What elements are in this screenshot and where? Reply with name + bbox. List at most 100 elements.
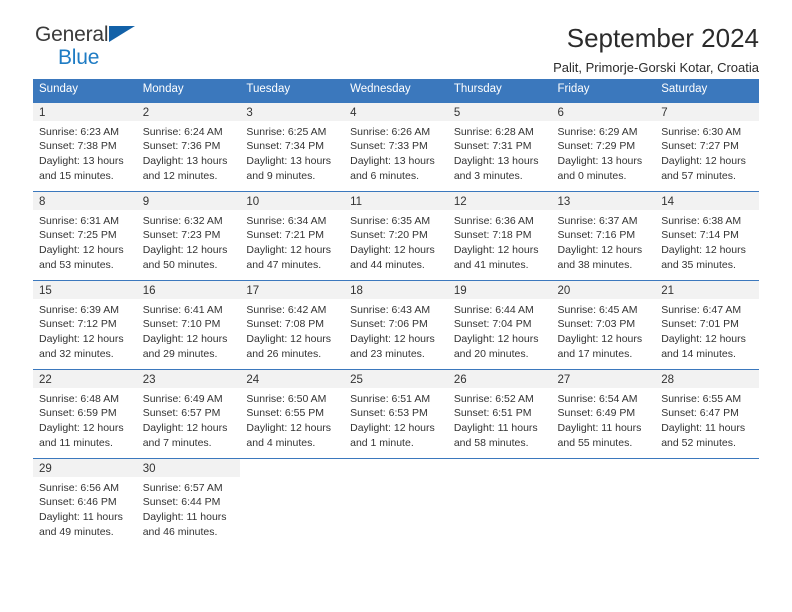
weekday-header-wednesday: Wednesday	[344, 79, 448, 103]
daylight-text: Daylight: 13 hours and 9 minutes.	[246, 154, 332, 182]
sunset-text: Sunset: 6:59 PM	[39, 407, 117, 420]
day-details: Sunrise: 6:49 AM Sunset: 6:57 PM Dayligh…	[137, 388, 241, 450]
day-number: 15	[33, 280, 137, 299]
day-number	[240, 458, 345, 477]
day-cell[interactable]: 9 Sunrise: 6:32 AM Sunset: 7:23 PM Dayli…	[136, 190, 241, 281]
day-details: Sunrise: 6:48 AM Sunset: 6:59 PM Dayligh…	[33, 388, 137, 450]
day-cell[interactable]: 27 Sunrise: 6:54 AM Sunset: 6:49 PM Dayl…	[551, 368, 656, 459]
day-number: 25	[344, 369, 448, 388]
sunset-text: Sunset: 6:57 PM	[142, 407, 221, 420]
day-details: Sunrise: 6:45 AM Sunset: 7:03 PM Dayligh…	[552, 299, 656, 361]
day-number: 3	[240, 102, 345, 121]
day-number	[447, 458, 552, 477]
day-cell[interactable]: 30 Sunrise: 6:57 AM Sunset: 6:44 PM Dayl…	[136, 457, 241, 548]
daylight-text: Daylight: 13 hours and 15 minutes.	[39, 154, 124, 182]
sunset-text: Sunset: 7:38 PM	[39, 140, 117, 153]
sunrise-text: Sunrise: 6:55 AM	[661, 392, 742, 405]
day-cell[interactable]: 1 Sunrise: 6:23 AM Sunset: 7:38 PM Dayli…	[33, 101, 137, 192]
day-cell[interactable]: 18 Sunrise: 6:43 AM Sunset: 7:06 PM Dayl…	[344, 279, 448, 370]
day-cell-empty	[240, 457, 345, 548]
day-cell[interactable]: 28 Sunrise: 6:55 AM Sunset: 6:47 PM Dayl…	[655, 368, 759, 459]
day-cell[interactable]: 29 Sunrise: 6:56 AM Sunset: 6:46 PM Dayl…	[33, 457, 137, 548]
daylight-text: Daylight: 13 hours and 3 minutes.	[453, 154, 539, 182]
day-number: 11	[344, 191, 448, 210]
sunset-text: Sunset: 7:04 PM	[453, 318, 532, 331]
day-details: Sunrise: 6:38 AM Sunset: 7:14 PM Dayligh…	[655, 210, 759, 272]
sunrise-text: Sunrise: 6:47 AM	[661, 303, 742, 316]
day-cell[interactable]: 15 Sunrise: 6:39 AM Sunset: 7:12 PM Dayl…	[33, 279, 137, 370]
daylight-text: Daylight: 11 hours and 49 minutes.	[39, 510, 123, 538]
sunrise-text: Sunrise: 6:23 AM	[39, 125, 119, 138]
day-number	[551, 458, 656, 477]
day-number: 14	[655, 191, 759, 210]
day-cell[interactable]: 5 Sunrise: 6:28 AM Sunset: 7:31 PM Dayli…	[447, 101, 552, 192]
sunrise-text: Sunrise: 6:30 AM	[661, 125, 742, 138]
day-cell[interactable]: 21 Sunrise: 6:47 AM Sunset: 7:01 PM Dayl…	[655, 279, 759, 370]
sunrise-text: Sunrise: 6:42 AM	[246, 303, 327, 316]
day-cell[interactable]: 6 Sunrise: 6:29 AM Sunset: 7:29 PM Dayli…	[551, 101, 656, 192]
title-block: September 2024 Palit, Primorje-Gorski Ko…	[553, 23, 759, 76]
day-cell[interactable]: 22 Sunrise: 6:48 AM Sunset: 6:59 PM Dayl…	[33, 368, 137, 459]
sunset-text: Sunset: 7:01 PM	[661, 318, 739, 331]
sunset-text: Sunset: 7:10 PM	[142, 318, 221, 331]
sunrise-text: Sunrise: 6:45 AM	[557, 303, 638, 316]
day-details: Sunrise: 6:54 AM Sunset: 6:49 PM Dayligh…	[552, 388, 656, 450]
day-cell[interactable]: 25 Sunrise: 6:51 AM Sunset: 6:53 PM Dayl…	[344, 368, 448, 459]
sunset-text: Sunset: 7:27 PM	[661, 140, 739, 153]
day-cell[interactable]: 23 Sunrise: 6:49 AM Sunset: 6:57 PM Dayl…	[136, 368, 241, 459]
day-details: Sunrise: 6:25 AM Sunset: 7:34 PM Dayligh…	[240, 121, 344, 183]
day-cell[interactable]: 14 Sunrise: 6:38 AM Sunset: 7:14 PM Dayl…	[655, 190, 759, 281]
day-cell[interactable]: 26 Sunrise: 6:52 AM Sunset: 6:51 PM Dayl…	[447, 368, 552, 459]
day-cell[interactable]: 11 Sunrise: 6:35 AM Sunset: 7:20 PM Dayl…	[344, 190, 448, 281]
day-cell[interactable]: 10 Sunrise: 6:34 AM Sunset: 7:21 PM Dayl…	[240, 190, 345, 281]
day-cell[interactable]: 2 Sunrise: 6:24 AM Sunset: 7:36 PM Dayli…	[136, 101, 241, 192]
sunrise-text: Sunrise: 6:31 AM	[39, 214, 119, 227]
day-number: 8	[33, 191, 137, 210]
day-cell[interactable]: 8 Sunrise: 6:31 AM Sunset: 7:25 PM Dayli…	[33, 190, 137, 281]
week-row: 29 Sunrise: 6:56 AM Sunset: 6:46 PM Dayl…	[33, 457, 759, 548]
daylight-text: Daylight: 12 hours and 35 minutes.	[661, 243, 746, 271]
sunset-text: Sunset: 7:16 PM	[557, 229, 636, 242]
day-number	[344, 458, 448, 477]
daylight-text: Daylight: 12 hours and 1 minute.	[350, 421, 435, 449]
daylight-text: Daylight: 12 hours and 17 minutes.	[557, 332, 643, 360]
daylight-text: Daylight: 12 hours and 29 minutes.	[142, 332, 228, 360]
week-row: 15 Sunrise: 6:39 AM Sunset: 7:12 PM Dayl…	[33, 279, 759, 370]
sunset-text: Sunset: 7:06 PM	[350, 318, 428, 331]
day-cell[interactable]: 3 Sunrise: 6:25 AM Sunset: 7:34 PM Dayli…	[240, 101, 345, 192]
day-details: Sunrise: 6:50 AM Sunset: 6:55 PM Dayligh…	[240, 388, 344, 450]
weekday-header-tuesday: Tuesday	[240, 79, 345, 103]
general-blue-logo: General Blue	[33, 24, 185, 76]
day-details: Sunrise: 6:35 AM Sunset: 7:20 PM Dayligh…	[344, 210, 448, 272]
page-subtitle: Palit, Primorje-Gorski Kotar, Croatia	[553, 60, 759, 76]
day-details: Sunrise: 6:36 AM Sunset: 7:18 PM Dayligh…	[448, 210, 552, 272]
day-cell[interactable]: 24 Sunrise: 6:50 AM Sunset: 6:55 PM Dayl…	[240, 368, 345, 459]
day-cell[interactable]: 13 Sunrise: 6:37 AM Sunset: 7:16 PM Dayl…	[551, 190, 656, 281]
sunrise-text: Sunrise: 6:41 AM	[142, 303, 223, 316]
sunset-text: Sunset: 6:47 PM	[661, 407, 739, 420]
day-details: Sunrise: 6:51 AM Sunset: 6:53 PM Dayligh…	[344, 388, 448, 450]
daylight-text: Daylight: 11 hours and 46 minutes.	[142, 510, 227, 538]
day-cell[interactable]: 7 Sunrise: 6:30 AM Sunset: 7:27 PM Dayli…	[655, 101, 759, 192]
day-details: Sunrise: 6:26 AM Sunset: 7:33 PM Dayligh…	[344, 121, 448, 183]
daylight-text: Daylight: 12 hours and 14 minutes.	[661, 332, 746, 360]
sunrise-text: Sunrise: 6:56 AM	[39, 481, 119, 494]
day-cell[interactable]: 19 Sunrise: 6:44 AM Sunset: 7:04 PM Dayl…	[447, 279, 552, 370]
day-number: 20	[551, 280, 656, 299]
day-details: Sunrise: 6:28 AM Sunset: 7:31 PM Dayligh…	[448, 121, 552, 183]
daylight-text: Daylight: 13 hours and 0 minutes.	[557, 154, 643, 182]
day-number: 16	[136, 280, 241, 299]
sunrise-text: Sunrise: 6:32 AM	[142, 214, 223, 227]
day-number: 7	[655, 102, 759, 121]
day-number: 4	[344, 102, 448, 121]
day-details: Sunrise: 6:41 AM Sunset: 7:10 PM Dayligh…	[137, 299, 241, 361]
day-cell[interactable]: 20 Sunrise: 6:45 AM Sunset: 7:03 PM Dayl…	[551, 279, 656, 370]
day-details: Sunrise: 6:47 AM Sunset: 7:01 PM Dayligh…	[655, 299, 759, 361]
day-cell[interactable]: 16 Sunrise: 6:41 AM Sunset: 7:10 PM Dayl…	[136, 279, 241, 370]
day-details: Sunrise: 6:37 AM Sunset: 7:16 PM Dayligh…	[552, 210, 656, 272]
day-cell[interactable]: 4 Sunrise: 6:26 AM Sunset: 7:33 PM Dayli…	[344, 101, 448, 192]
day-details: Sunrise: 6:30 AM Sunset: 7:27 PM Dayligh…	[655, 121, 759, 183]
day-cell[interactable]: 12 Sunrise: 6:36 AM Sunset: 7:18 PM Dayl…	[447, 190, 552, 281]
day-cell[interactable]: 17 Sunrise: 6:42 AM Sunset: 7:08 PM Dayl…	[240, 279, 345, 370]
daylight-text: Daylight: 12 hours and 41 minutes.	[453, 243, 539, 271]
